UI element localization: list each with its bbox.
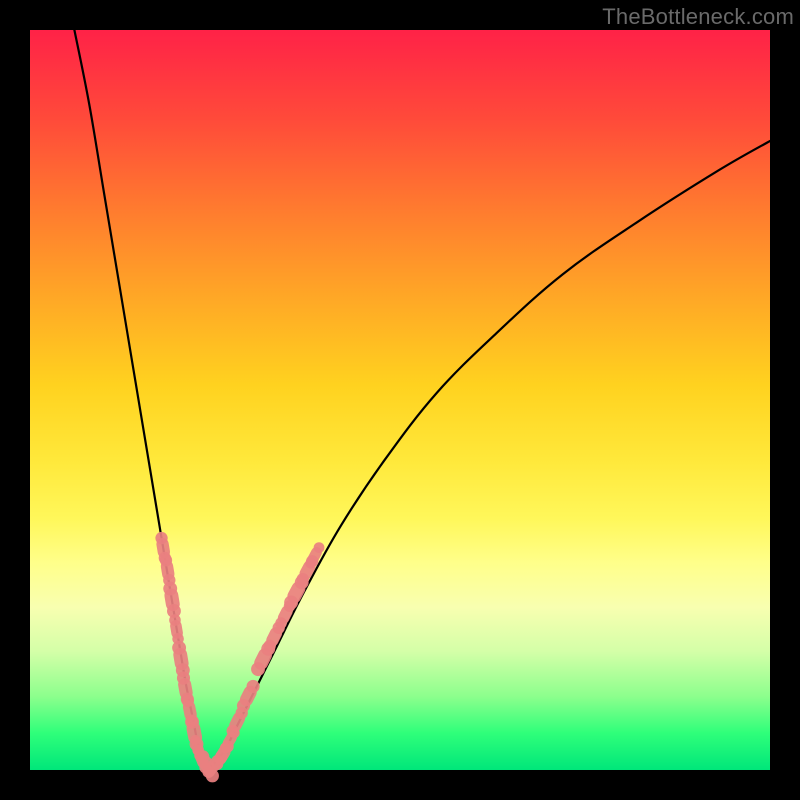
marker — [172, 641, 190, 677]
plot-area — [30, 30, 770, 770]
chart-svg — [30, 30, 770, 770]
curve-right-branch — [208, 141, 770, 770]
chart-frame: TheBottleneck.com — [0, 0, 800, 800]
marker — [163, 582, 181, 618]
marker-layer — [155, 532, 324, 783]
marker — [160, 554, 176, 586]
marker — [237, 680, 260, 712]
watermark-text: TheBottleneck.com — [602, 4, 794, 30]
marker — [169, 614, 184, 644]
marker — [305, 542, 324, 568]
